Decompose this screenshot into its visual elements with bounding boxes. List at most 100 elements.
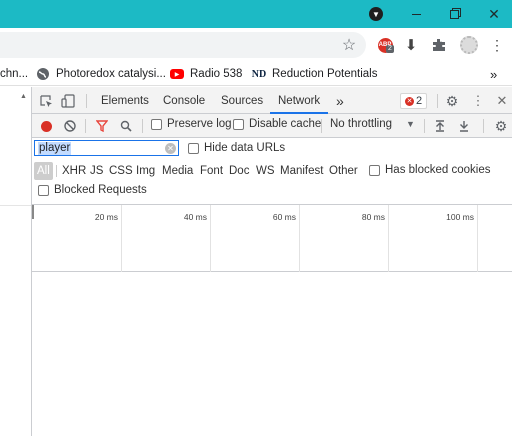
- kebab-menu-icon[interactable]: ⋮: [470, 93, 486, 109]
- star-icon[interactable]: ☆: [340, 36, 358, 54]
- tab-console[interactable]: Console: [161, 87, 207, 114]
- checkbox-box[interactable]: [369, 164, 380, 176]
- timeline-tick-label: 100 ms: [446, 212, 474, 222]
- network-settings-gear-icon[interactable]: ⚙: [493, 118, 509, 134]
- download-arrow-icon[interactable]: ⬇: [402, 36, 420, 54]
- type-filter-css[interactable]: CSS: [106, 162, 136, 180]
- record-icon[interactable]: [38, 118, 54, 134]
- type-filter-img[interactable]: Img: [133, 162, 158, 180]
- tab-network[interactable]: Network: [270, 87, 329, 114]
- page-content-area: ▲: [0, 87, 32, 436]
- settings-gear-icon[interactable]: ⚙: [444, 93, 460, 109]
- checkbox-box[interactable]: [151, 118, 162, 130]
- bookmark-item[interactable]: Photoredox catalysi...: [36, 65, 166, 83]
- type-filter-other[interactable]: Other: [326, 162, 361, 180]
- filter-input[interactable]: player ✕: [34, 140, 179, 156]
- timeline-gridline: [388, 205, 389, 272]
- divider: [424, 119, 425, 133]
- restore-icon[interactable]: [434, 0, 474, 28]
- timeline-cursor: [32, 205, 34, 219]
- close-icon[interactable]: ✕: [474, 0, 512, 28]
- type-filter-all[interactable]: All: [34, 162, 53, 180]
- checkbox-box[interactable]: [188, 142, 199, 154]
- minimize-icon[interactable]: [396, 0, 436, 28]
- divider: [85, 119, 86, 133]
- title-bar: ▼ ✕: [0, 0, 512, 28]
- divider: [142, 119, 143, 133]
- divider: [483, 119, 484, 133]
- adblock-badge: 2: [386, 45, 394, 53]
- type-filter-js[interactable]: JS: [87, 162, 106, 180]
- youtube-icon: ▶: [170, 67, 184, 81]
- type-filter-font[interactable]: Font: [197, 162, 226, 180]
- error-count: 2: [416, 95, 423, 107]
- scroll-up-icon[interactable]: ▲: [20, 93, 27, 100]
- browser-toolbar: ☆ ABP 2 ⬇ ⋮: [0, 28, 512, 62]
- has-blocked-cookies-checkbox[interactable]: Has blocked cookies: [369, 164, 490, 176]
- bookmark-item[interactable]: chn...: [0, 65, 28, 83]
- timeline-gridline: [121, 205, 122, 272]
- devtools-panel: Elements Console Sources Network » ✕ 2 ⚙…: [32, 87, 512, 436]
- profile-download-icon[interactable]: ▼: [356, 0, 396, 28]
- error-count-badge[interactable]: ✕ 2: [400, 93, 428, 109]
- throttling-select[interactable]: No throttling ▼: [330, 118, 416, 130]
- search-icon[interactable]: [118, 118, 134, 134]
- address-bar[interactable]: ☆: [0, 32, 366, 58]
- bookmark-label: Reduction Potentials: [272, 68, 378, 80]
- bookmarks-overflow-button[interactable]: »: [490, 65, 497, 83]
- blocked-requests-checkbox[interactable]: Blocked Requests: [38, 184, 147, 196]
- network-request-list: [32, 273, 512, 436]
- devtools-tab-bar: Elements Console Sources Network » ✕ 2 ⚙…: [32, 87, 512, 114]
- checkbox-box[interactable]: [233, 118, 244, 130]
- error-icon: ✕: [405, 96, 414, 106]
- kebab-menu-icon[interactable]: ⋮: [488, 36, 506, 54]
- clear-icon[interactable]: [62, 118, 78, 134]
- tab-elements[interactable]: Elements: [99, 87, 151, 114]
- timeline-tick-label: 60 ms: [272, 212, 296, 222]
- type-filter-ws[interactable]: WS: [253, 162, 278, 180]
- divider: [86, 94, 87, 108]
- export-har-icon[interactable]: [456, 118, 472, 134]
- timeline-tick-label: 80 ms: [361, 212, 385, 222]
- adblock-icon[interactable]: ABP 2: [376, 36, 394, 54]
- checkbox-box[interactable]: [38, 184, 49, 196]
- timeline-gridline: [299, 205, 300, 272]
- disable-cache-checkbox[interactable]: Disable cache: [233, 118, 321, 130]
- timeline-gridline: [210, 205, 211, 272]
- inspect-element-icon[interactable]: [38, 93, 54, 109]
- filter-input-value: player: [38, 142, 72, 155]
- avatar-icon[interactable]: [459, 35, 479, 55]
- network-filter-bar: player ✕ Hide data URLs All XHR JS CSS I…: [32, 138, 512, 205]
- timeline-tick-label: 40 ms: [183, 212, 207, 222]
- close-devtools-icon[interactable]: ✕: [494, 93, 510, 109]
- bookmark-label: chn...: [0, 68, 29, 80]
- type-filter-manifest[interactable]: Manifest: [277, 162, 326, 180]
- divider: [56, 165, 57, 177]
- chevron-down-icon: ▼: [406, 119, 415, 129]
- bookmark-item[interactable]: ▶ Radio 538: [170, 65, 242, 83]
- type-filter-doc[interactable]: Doc: [226, 162, 252, 180]
- import-har-icon[interactable]: [432, 118, 448, 134]
- timeline-gridline: [477, 205, 478, 272]
- clear-filter-icon[interactable]: ✕: [165, 143, 176, 154]
- timeline-tick-label: 20 ms: [94, 212, 118, 222]
- bookmarks-bar: chn... Photoredox catalysi... ▶ Radio 53…: [0, 62, 512, 86]
- bookmark-label: Radio 538: [190, 68, 243, 80]
- device-toolbar-icon[interactable]: [60, 93, 76, 109]
- bookmark-label: Photoredox catalysi...: [56, 68, 166, 80]
- globe-icon: [36, 67, 50, 81]
- network-controls-bar: Preserve log Disable cache No throttling…: [32, 114, 512, 138]
- type-filter-xhr[interactable]: XHR: [59, 162, 89, 180]
- divider: [0, 205, 31, 206]
- hide-data-urls-checkbox[interactable]: Hide data URLs: [188, 142, 285, 154]
- network-overview-timeline[interactable]: 20 ms 40 ms 60 ms 80 ms 100 ms: [32, 205, 512, 272]
- puzzle-icon[interactable]: [430, 36, 448, 54]
- more-tabs-button[interactable]: »: [334, 87, 346, 114]
- type-filter-media[interactable]: Media: [159, 162, 196, 180]
- divider: [437, 94, 438, 108]
- preserve-log-checkbox[interactable]: Preserve log: [151, 118, 232, 130]
- filter-icon[interactable]: [94, 118, 110, 134]
- tab-sources[interactable]: Sources: [219, 87, 265, 114]
- divider: [321, 119, 322, 133]
- bookmark-item[interactable]: ND Reduction Potentials: [252, 65, 378, 83]
